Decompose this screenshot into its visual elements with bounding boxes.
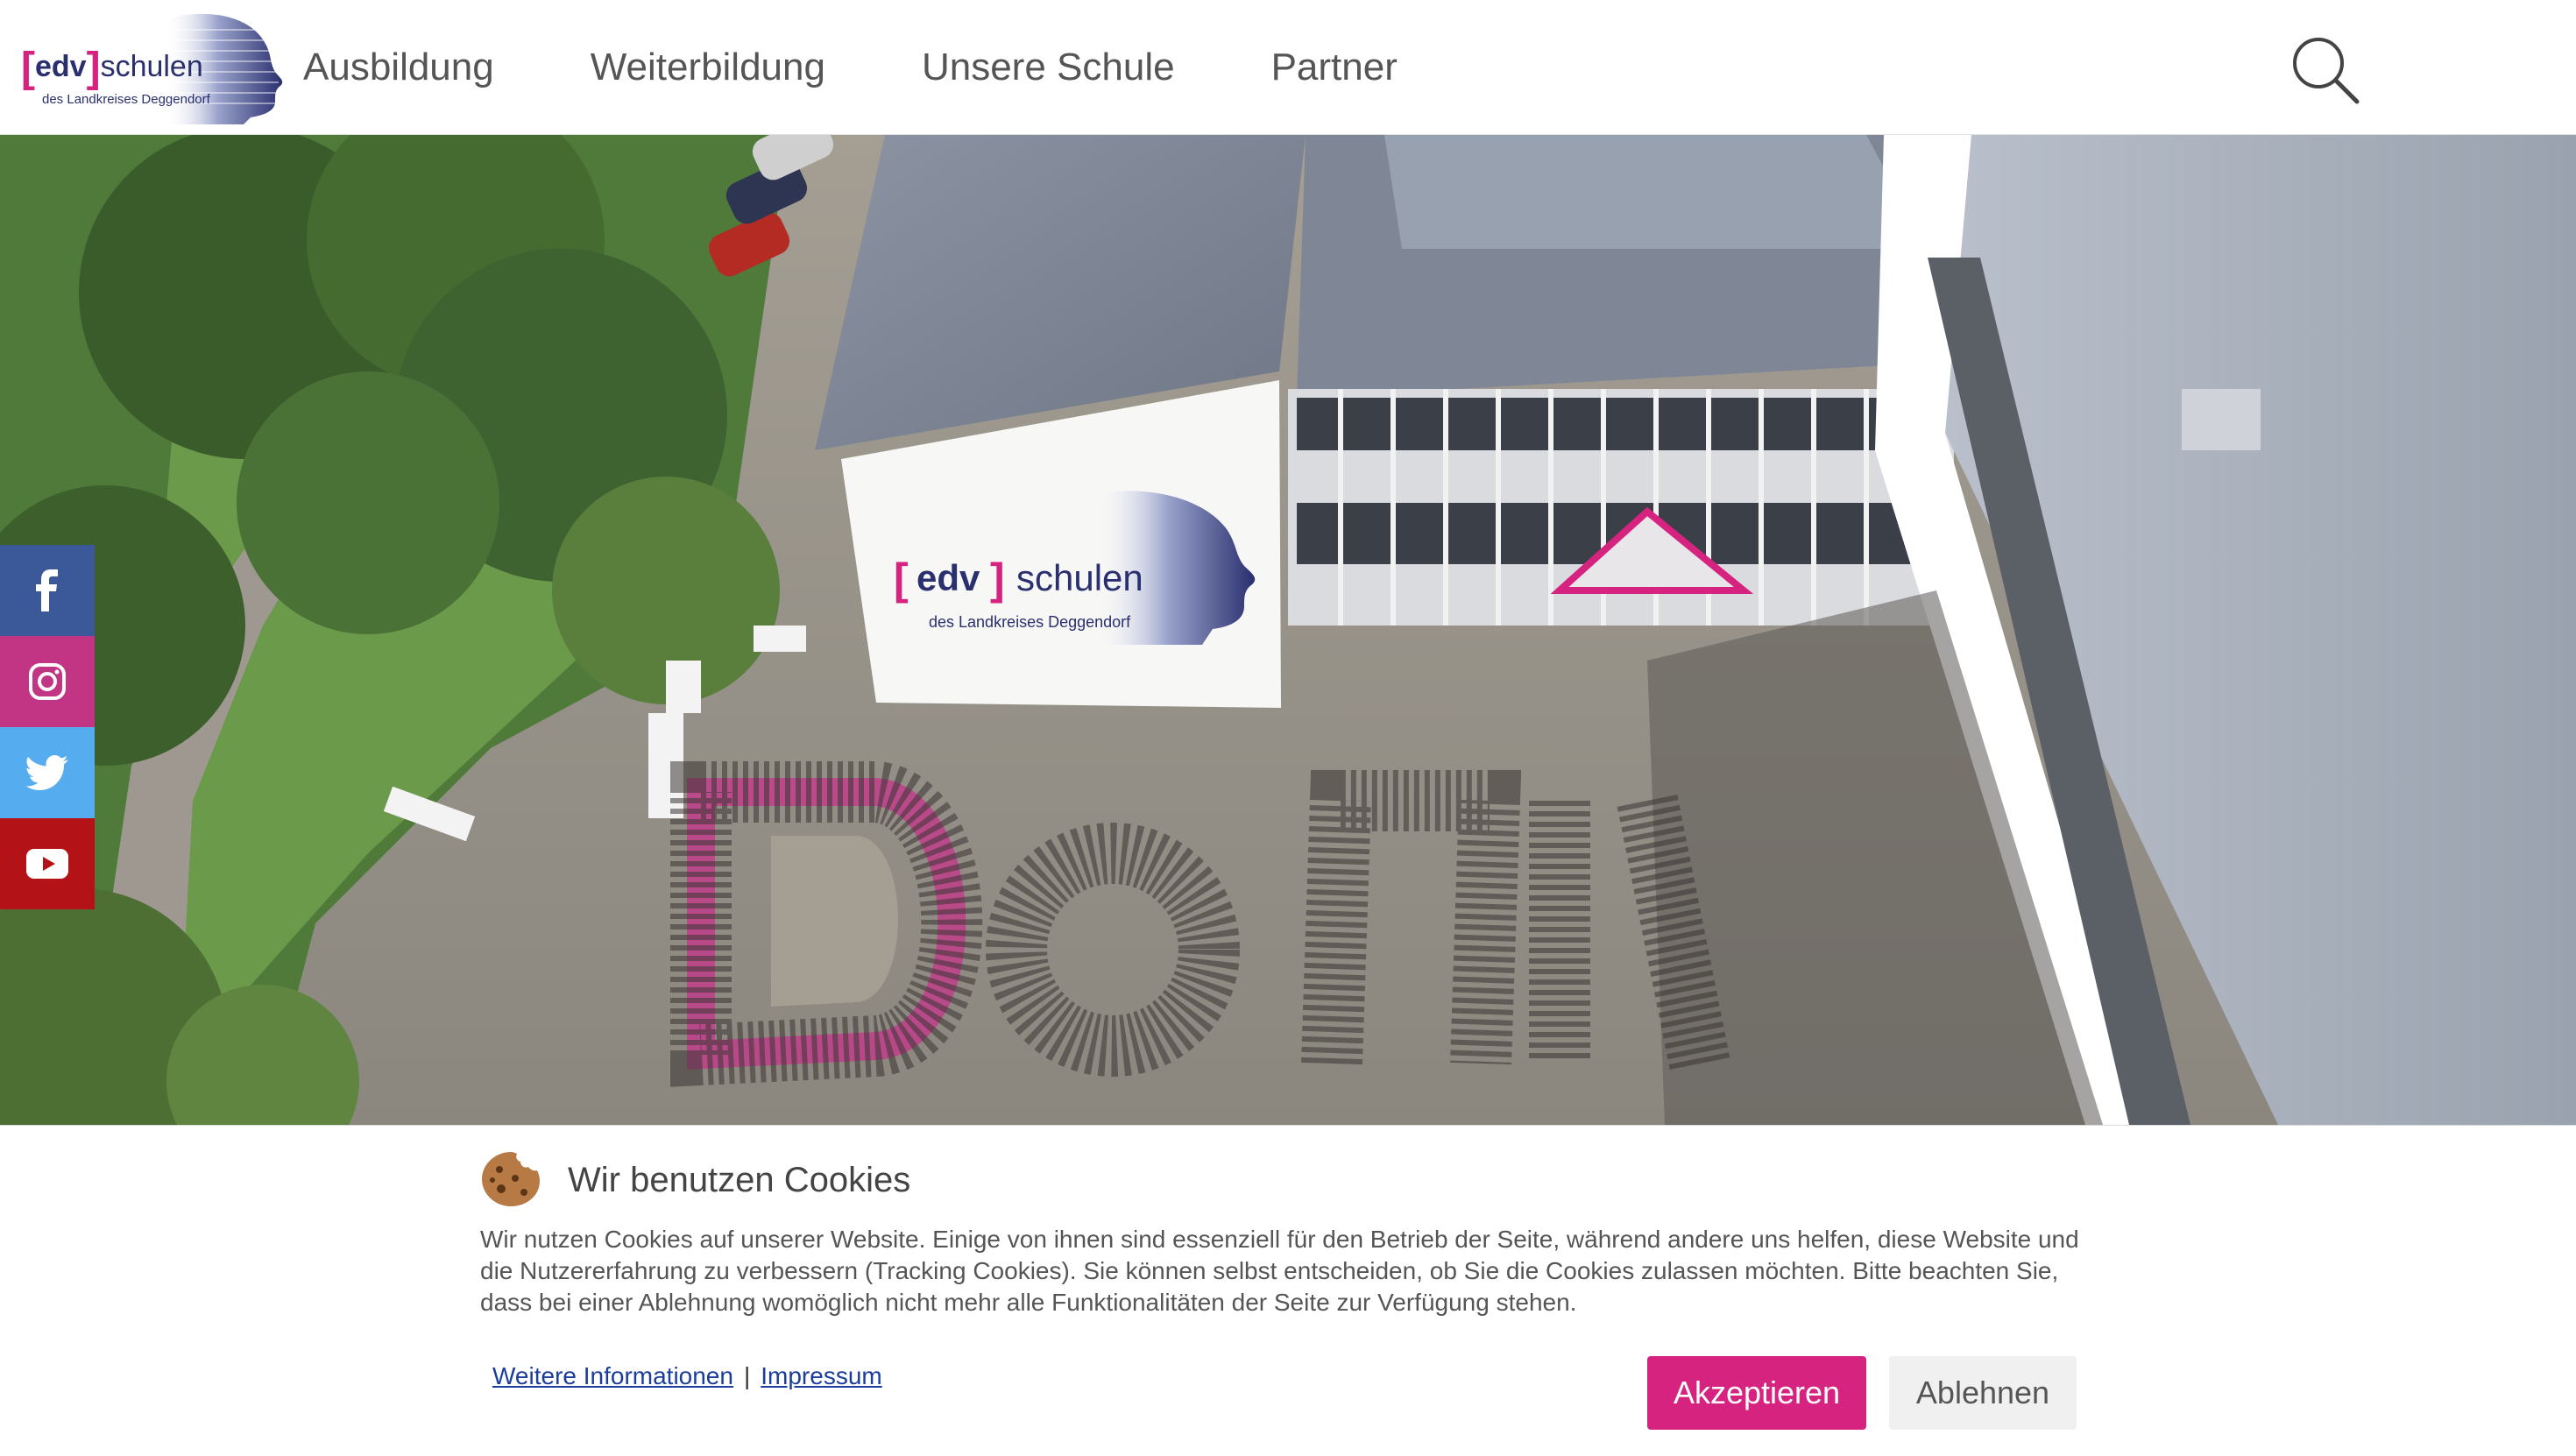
- building-logo-bracket-open: [: [894, 555, 909, 604]
- cookie-banner: Wir benutzen Cookies Wir nutzen Cookies …: [0, 1125, 2576, 1456]
- twitter-icon: [26, 755, 68, 790]
- accept-cookies-button[interactable]: Akzeptieren: [1647, 1356, 1866, 1430]
- logo-bracket-close: ]: [86, 45, 101, 91]
- site-header: [edv]schulen des Landkreises Deggendorf …: [0, 0, 2576, 135]
- building-logo-subtitle: des Landkreises Deggendorf: [929, 613, 1131, 631]
- imprint-link[interactable]: Impressum: [761, 1362, 881, 1389]
- building-logo-schulen: schulen: [1016, 557, 1143, 598]
- twitter-button[interactable]: [0, 727, 95, 818]
- nav-partner[interactable]: Partner: [1271, 46, 1398, 89]
- hero-aerial-photo: [ edv ] schulen des Landkreises Deggendo…: [0, 135, 2576, 1125]
- cookie-description: Wir nutzen Cookies auf unserer Website. …: [480, 1226, 2079, 1316]
- logo-schulen: schulen: [100, 50, 203, 83]
- youtube-icon: [26, 849, 68, 879]
- logo-edv: edv: [34, 50, 87, 83]
- link-separator: |: [743, 1362, 751, 1389]
- reject-cookies-button[interactable]: Ablehnen: [1889, 1356, 2077, 1430]
- building-logo-bracket-close: ]: [990, 555, 1005, 604]
- nav-unsere-schule[interactable]: Unsere Schule: [922, 46, 1175, 89]
- social-bar: [0, 545, 95, 909]
- nav-ausbildung[interactable]: Ausbildung: [303, 46, 494, 89]
- logo-wordmark: [edv]schulen: [21, 47, 203, 89]
- logo-subtitle: des Landkreises Deggendorf: [42, 92, 210, 107]
- site-logo[interactable]: [edv]schulen des Landkreises Deggendorf: [16, 11, 283, 124]
- logo-bracket-open: [: [21, 45, 35, 91]
- cookie-title: Wir benutzen Cookies: [568, 1161, 911, 1199]
- building-logo-edv: edv: [916, 557, 980, 598]
- facebook-button[interactable]: [0, 545, 95, 636]
- cookie-icon: [482, 1152, 540, 1206]
- instagram-button[interactable]: [0, 636, 95, 727]
- more-info-link[interactable]: Weitere Informationen: [492, 1362, 733, 1389]
- instagram-icon: [29, 663, 66, 700]
- cookie-links: Weitere Informationen | Impressum: [492, 1362, 882, 1390]
- facebook-icon: [36, 569, 58, 611]
- search-button[interactable]: [2289, 33, 2362, 107]
- main-nav: Ausbildung Weiterbildung Unsere Schule P…: [303, 0, 1494, 135]
- nav-weiterbildung[interactable]: Weiterbildung: [591, 46, 825, 89]
- youtube-button[interactable]: [0, 818, 95, 909]
- search-icon: [2293, 38, 2360, 104]
- hero-image: [ edv ] schulen des Landkreises Deggendo…: [0, 135, 2576, 1125]
